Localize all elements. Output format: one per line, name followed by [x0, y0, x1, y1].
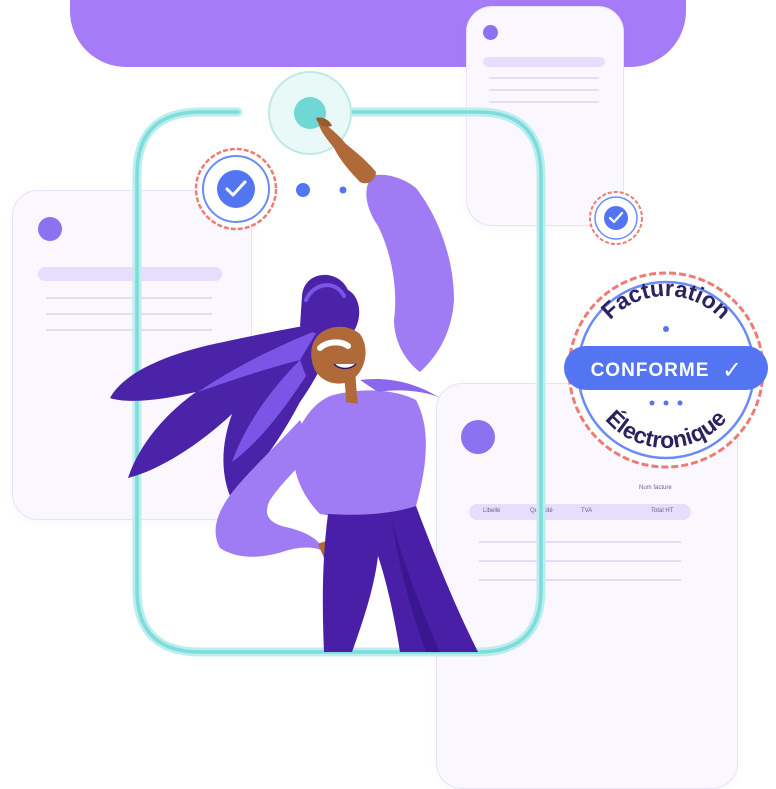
illustration-stage: Num facture Libellé Quantité TVA Total H… — [0, 0, 776, 789]
woman-illustration — [110, 117, 478, 652]
illustration-overlay: Facturation Électronique CONFORME ✓ — [110, 71, 768, 657]
compliance-badge: Facturation Électronique CONFORME ✓ — [564, 271, 768, 469]
check-icon: ✓ — [722, 356, 742, 384]
verified-seal-icon — [194, 147, 278, 231]
verified-seal-icon — [589, 191, 643, 245]
badge-banner-text: CONFORME — [591, 360, 710, 381]
